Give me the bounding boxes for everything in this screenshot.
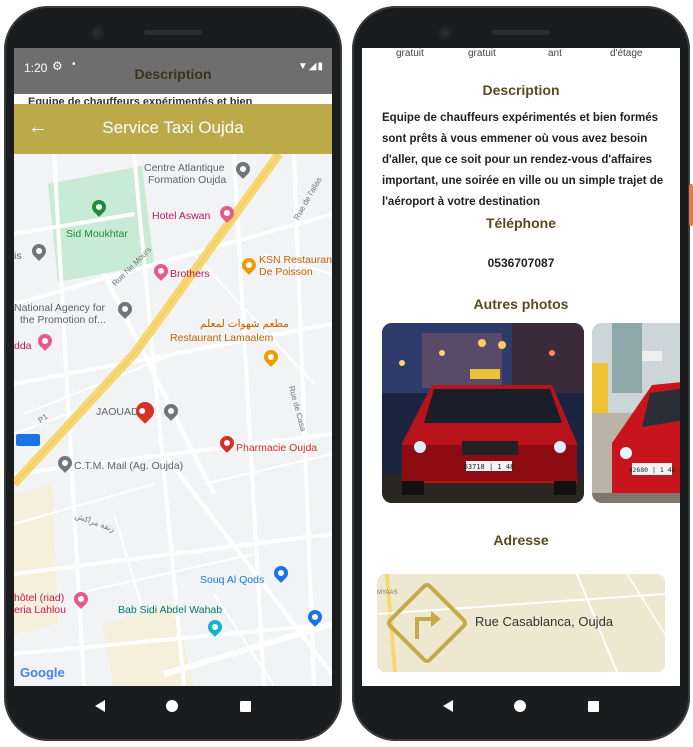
taxi-plate-1: 63718 | 1 48 (464, 463, 515, 471)
amenity-label: ant (548, 48, 562, 59)
description-text: Equipe de chauffeurs expérimentés et bie… (382, 112, 664, 208)
poi-centre-atlantique[interactable]: Centre Atlantique (144, 162, 225, 174)
poi-pharmacie-oujda[interactable]: Pharmacie Oujda (236, 442, 317, 454)
left-phone: 1:20 ⚙ • ▼◢▮ Description Equipe de chauf… (4, 6, 342, 741)
app-bar: ← Service Taxi Oujda (14, 104, 332, 154)
nav-back-icon[interactable] (442, 700, 453, 712)
status-bar: 1:20 ⚙ • ▼◢▮ Description Equipe de chauf… (14, 48, 332, 108)
amenity-label: gratuit (396, 48, 424, 59)
bus-stop-icon[interactable] (16, 434, 40, 446)
poi-ksn-restaurant-line2: De Poisson (259, 266, 313, 278)
photos-title: Autres photos (473, 296, 569, 312)
front-camera (90, 26, 104, 40)
poi-jaouad[interactable]: JAOUAD (96, 406, 139, 418)
right-screen: gratuit gratuit ant d'étage Description … (362, 48, 680, 686)
amenity-labels: gratuit gratuit ant d'étage (362, 48, 680, 62)
taxi-photo-1[interactable]: 63718 | 1 48 (382, 323, 584, 503)
poi-ctm-mail[interactable]: C.T.M. Mail (Ag. Oujda) (74, 460, 183, 472)
poi-centre-atlantique-line2: Formation Oujda (148, 174, 227, 186)
poi-hotel-aswan[interactable]: Hotel Aswan (152, 210, 210, 222)
telephone-title: Téléphone (485, 215, 556, 231)
poi-sid-moukhtar[interactable]: Sid Moukhtar (66, 228, 128, 240)
poi-hotel-riad[interactable]: hôtel (riad) (14, 592, 64, 604)
left-screen: 1:20 ⚙ • ▼◢▮ Description Equipe de chauf… (14, 48, 332, 686)
address-card[interactable]: MYAAS Rue Casablanca, Oujda (377, 574, 665, 672)
poi-is: is (14, 250, 22, 262)
app-bar-title: Service Taxi Oujda (102, 118, 244, 137)
nav-home-icon[interactable] (166, 700, 179, 712)
taxi-photo-1-image: 63718 | 1 48 (382, 323, 584, 503)
poi-bab-sidi-abdel-wahab[interactable]: Bab Sidi Abdel Wahab (118, 604, 222, 616)
earpiece-speaker (144, 30, 202, 35)
taxi-photo-2-image: 42680 | 1 48 (592, 323, 680, 503)
google-map[interactable]: Centre Atlantique Formation Oujda Sid Mo… (14, 154, 332, 686)
nav-back-icon[interactable] (94, 700, 105, 712)
poi-dda: dda (14, 340, 32, 352)
poi-brothers[interactable]: Brothers (170, 268, 210, 280)
taxi-photo-2[interactable]: 42680 | 1 48 (592, 323, 680, 503)
taxi-plate-2: 42680 | 1 48 (629, 466, 676, 474)
nav-bar (14, 686, 332, 726)
amenity-label: d'étage (610, 48, 643, 59)
amenity-label: gratuit (468, 48, 496, 59)
earpiece-speaker (492, 30, 550, 35)
poi-national-agency[interactable]: National Agency for (14, 302, 105, 314)
nav-recent-apps-icon[interactable] (588, 700, 600, 712)
front-camera (438, 26, 452, 40)
dimmed-description-title: Description (134, 66, 212, 82)
poi-national-agency-line2: the Promotion of... (20, 314, 106, 326)
address-text: Rue Casablanca, Oujda (475, 614, 614, 629)
directions-icon (387, 583, 467, 663)
poi-souq-al-qods[interactable]: Souq Al Qods (200, 574, 264, 586)
google-logo: Google (20, 665, 65, 680)
google-logo-text: Google (20, 665, 65, 680)
nav-recent-apps-icon[interactable] (240, 700, 252, 712)
address-title: Adresse (493, 532, 549, 548)
description-title: Description (482, 82, 560, 98)
right-phone: gratuit gratuit ant d'étage Description … (352, 6, 693, 741)
poi-hotel-riad-line2: eria Lahlou (14, 604, 66, 616)
poi-ksn-restaurant[interactable]: KSN Restaurant (259, 254, 332, 266)
poi-restaurant-lamaalem[interactable]: Restaurant Lamaalem (170, 332, 273, 344)
nav-home-icon[interactable] (514, 700, 527, 712)
telephone-number[interactable]: 0536707087 (362, 256, 680, 270)
poi-lamaalem-arabic: مطعم شهوات لمعلم (200, 318, 289, 330)
power-button (689, 184, 693, 226)
nav-bar (362, 686, 680, 726)
